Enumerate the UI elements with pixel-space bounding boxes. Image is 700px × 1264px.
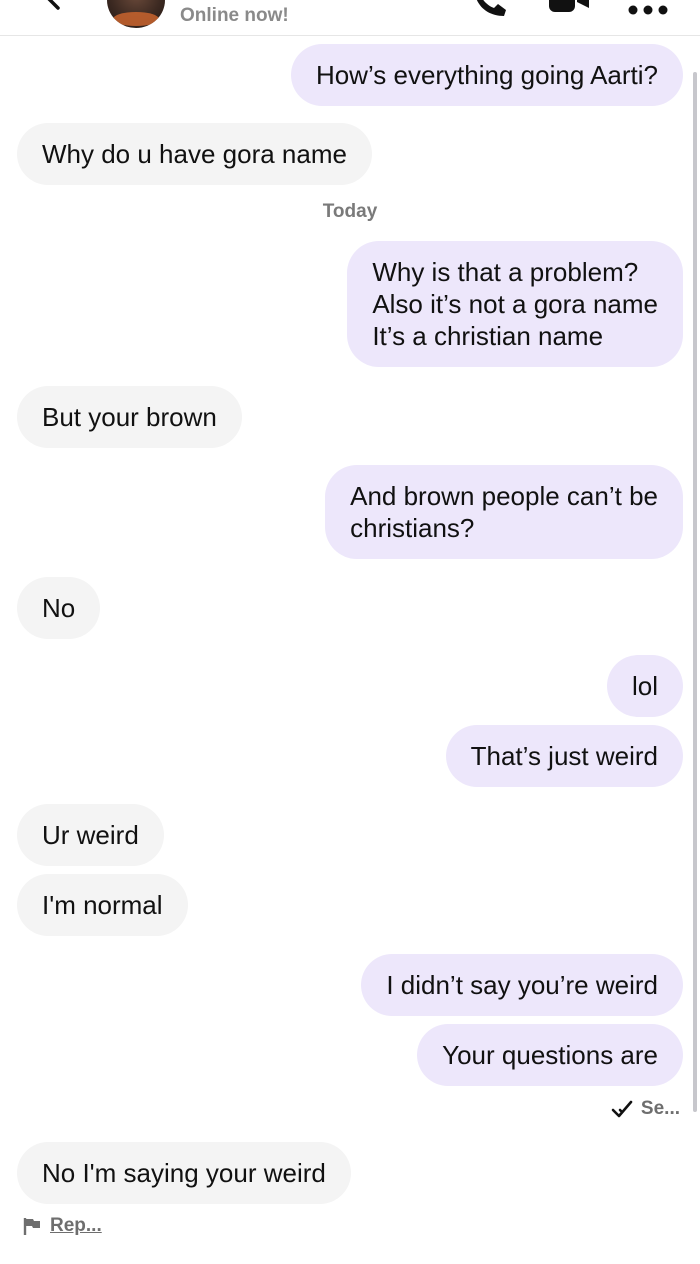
message-outgoing[interactable]: Why is that a problem? Also it’s not a g… bbox=[347, 241, 683, 367]
message-incoming[interactable]: I'm normal bbox=[17, 874, 188, 936]
chat-header: Online now! bbox=[0, 0, 700, 36]
phone-icon[interactable] bbox=[468, 0, 510, 20]
day-divider: Today bbox=[322, 201, 378, 222]
message-incoming[interactable]: Ur weird bbox=[17, 804, 164, 866]
online-status: Online now! bbox=[180, 5, 289, 26]
chat-screen: Online now! How’s everything going Aarti… bbox=[0, 0, 700, 1264]
message-outgoing[interactable]: That’s just weird bbox=[445, 725, 683, 787]
report-link[interactable]: Rep... bbox=[22, 1214, 102, 1238]
avatar[interactable] bbox=[107, 0, 165, 28]
seen-label: Se... bbox=[640, 1098, 680, 1119]
flag-icon bbox=[23, 1218, 40, 1235]
double-check-icon bbox=[611, 1100, 633, 1118]
message-incoming[interactable]: No I'm saying your weird bbox=[17, 1142, 351, 1204]
message-outgoing[interactable]: And brown people can’t be christians? bbox=[325, 465, 683, 559]
more-icon[interactable] bbox=[625, 0, 671, 16]
message-incoming[interactable]: No bbox=[17, 577, 101, 639]
message-outgoing[interactable]: I didn’t say you’re weird bbox=[361, 954, 683, 1016]
message-outgoing[interactable]: Your questions are bbox=[417, 1024, 683, 1086]
back-chevron-icon[interactable] bbox=[28, 0, 68, 20]
message-incoming[interactable]: Why do u have gora name bbox=[17, 123, 372, 185]
message-incoming[interactable]: But your brown bbox=[17, 386, 242, 448]
report-label[interactable]: Rep... bbox=[50, 1214, 102, 1238]
scrollbar[interactable] bbox=[693, 72, 697, 1112]
message-outgoing[interactable]: lol bbox=[606, 655, 683, 717]
message-outgoing[interactable]: How’s everything going Aarti? bbox=[290, 44, 683, 106]
video-camera-icon[interactable] bbox=[545, 0, 591, 16]
seen-receipt: Se... bbox=[611, 1097, 680, 1121]
